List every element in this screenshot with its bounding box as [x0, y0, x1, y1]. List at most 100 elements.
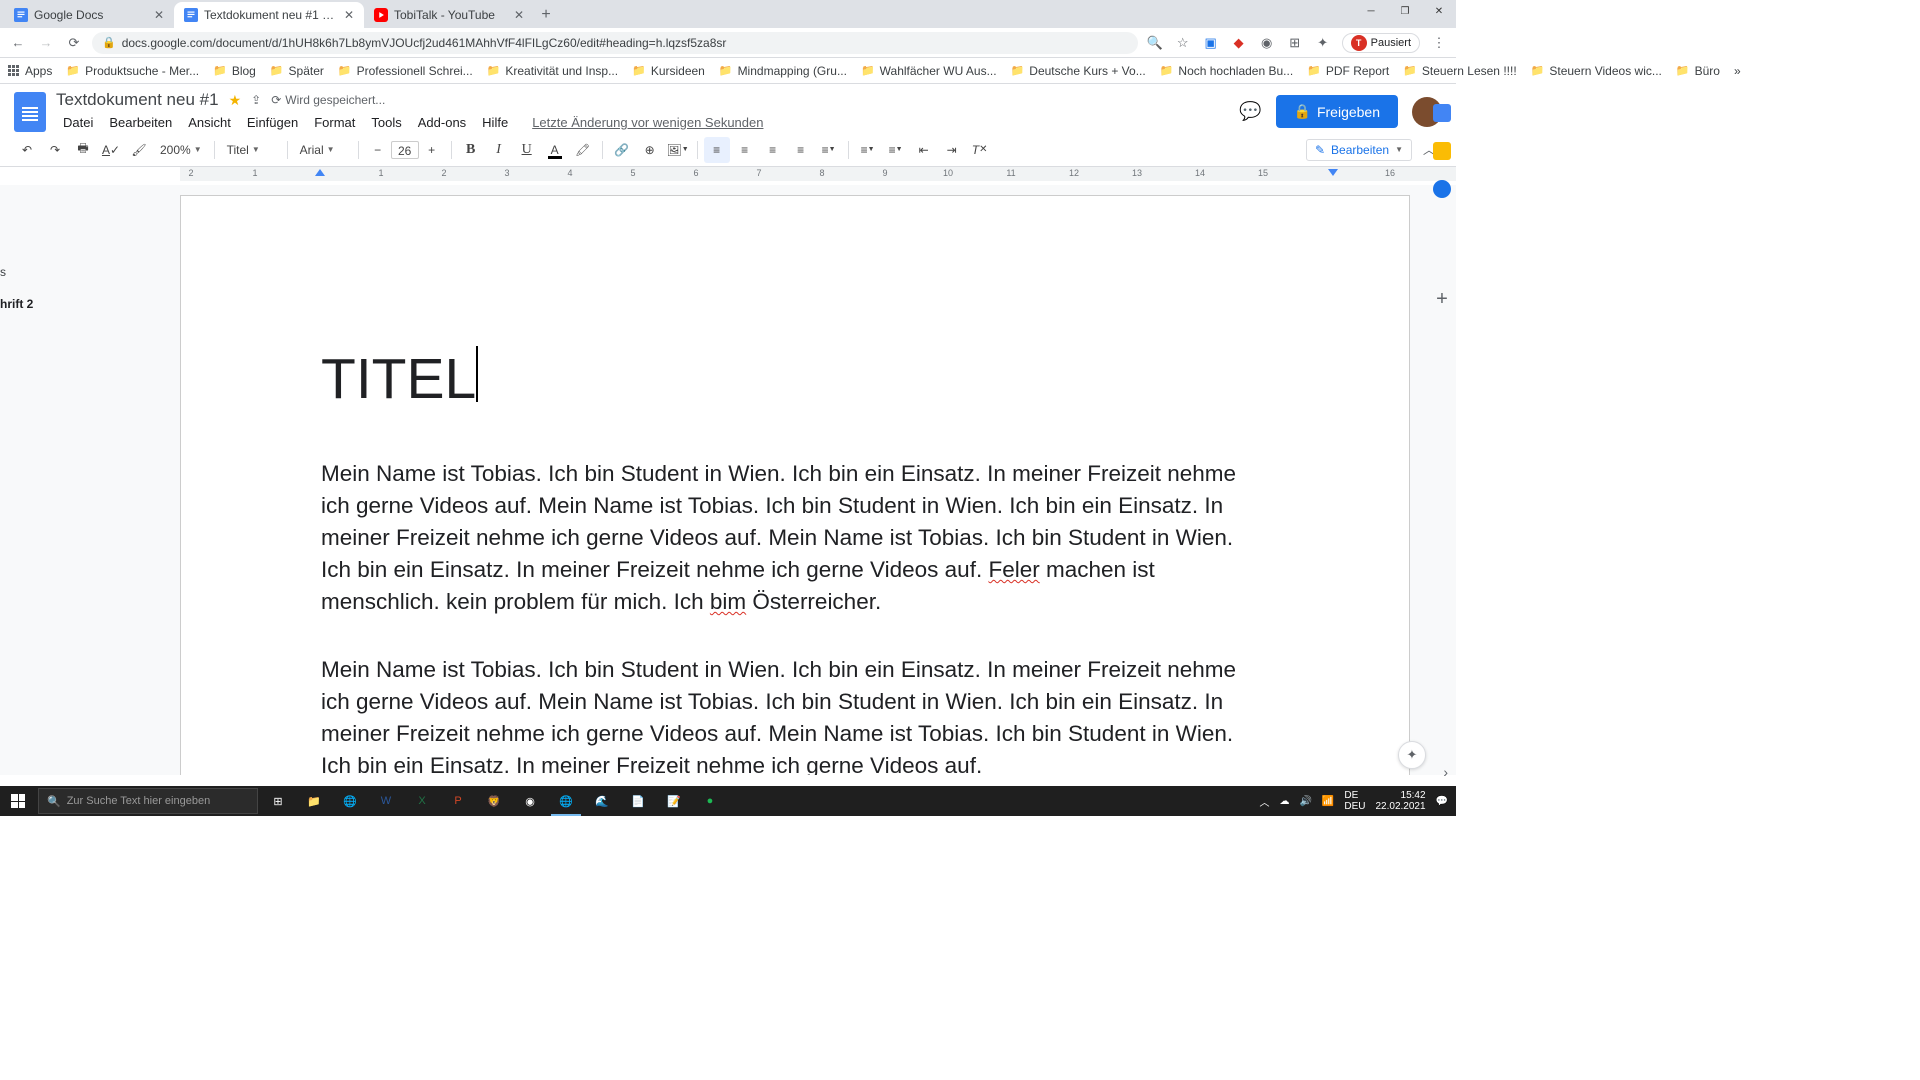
menu-addons[interactable]: Add-ons — [411, 112, 473, 133]
star-icon[interactable]: ★ — [229, 92, 242, 109]
insert-link-button[interactable]: 🔗 — [609, 137, 635, 163]
redo-button[interactable]: ↷ — [42, 137, 68, 163]
tray-notifications-icon[interactable]: 💬 — [1436, 796, 1448, 807]
new-tab-button[interactable]: + — [534, 6, 558, 28]
bookmark-item[interactable]: 📁Mindmapping (Gru... — [719, 64, 847, 78]
undo-button[interactable]: ↶ — [14, 137, 40, 163]
paint-format-button[interactable]: 🖌 — [126, 137, 152, 163]
browser-tab[interactable]: Textdokument neu #1 - Google D ✕ — [174, 2, 364, 28]
style-select[interactable]: Titel▼ — [221, 137, 281, 163]
reload-button[interactable]: ⟳ — [64, 33, 84, 53]
taskbar-app[interactable]: 📝 — [656, 786, 692, 816]
fontsize-increase[interactable]: + — [419, 137, 445, 163]
browser-tab[interactable]: TobiTalk - YouTube ✕ — [364, 2, 534, 28]
extensions-menu-icon[interactable]: ✦ — [1314, 34, 1332, 52]
align-right-button[interactable]: ≡ — [760, 137, 786, 163]
align-left-button[interactable]: ≡ — [704, 137, 730, 163]
taskbar-app-powerpoint[interactable]: P — [440, 786, 476, 816]
apps-bookmark[interactable]: Apps — [8, 64, 52, 78]
close-tab-icon[interactable]: ✕ — [154, 8, 164, 22]
document-paragraph[interactable]: Mein Name ist Tobias. Ich bin Student in… — [321, 654, 1269, 775]
bookmark-overflow[interactable]: » — [1734, 64, 1741, 78]
extension-icon[interactable]: ◆ — [1230, 34, 1248, 52]
bookmark-item[interactable]: 📁Kreativität und Insp... — [487, 64, 618, 78]
tray-language[interactable]: DEDEU — [1344, 790, 1365, 812]
bookmark-item[interactable]: 📁Deutsche Kurs + Vo... — [1011, 64, 1146, 78]
align-center-button[interactable]: ≡ — [732, 137, 758, 163]
taskbar-app-chrome[interactable]: 🌐 — [548, 786, 584, 816]
browser-tab[interactable]: Google Docs ✕ — [4, 2, 174, 28]
line-spacing-button[interactable]: ≡▼ — [816, 137, 842, 163]
forward-button[interactable]: → — [36, 33, 56, 53]
bookmark-item[interactable]: 📁Wahlfächer WU Aus... — [861, 64, 997, 78]
fontsize-decrease[interactable]: − — [365, 137, 391, 163]
clear-format-button[interactable]: T✕ — [967, 137, 993, 163]
bookmark-item[interactable]: 📁Steuern Videos wic... — [1531, 64, 1662, 78]
close-tab-icon[interactable]: ✕ — [344, 8, 354, 22]
tray-clock[interactable]: 15:4222.02.2021 — [1375, 790, 1425, 813]
highlight-button[interactable]: 🖍 — [570, 137, 596, 163]
taskbar-app[interactable]: 🌐 — [332, 786, 368, 816]
spellcheck-button[interactable]: A✓ — [98, 137, 124, 163]
bookmark-item[interactable]: 📁Büro — [1676, 64, 1720, 78]
tray-wifi-icon[interactable]: 📶 — [1322, 796, 1334, 807]
print-button[interactable]: 🖶 — [70, 137, 96, 163]
font-select[interactable]: Arial▼ — [294, 137, 352, 163]
bookmark-item[interactable]: 📁Später — [270, 64, 324, 78]
zoom-select[interactable]: 200%▼ — [154, 137, 208, 163]
back-button[interactable]: ← — [8, 33, 28, 53]
document-paragraph[interactable]: Mein Name ist Tobias. Ich bin Student in… — [321, 458, 1269, 618]
menu-view[interactable]: Ansicht — [181, 112, 238, 133]
zoom-icon[interactable]: 🔍 — [1146, 34, 1164, 52]
bookmark-star-icon[interactable]: ☆ — [1174, 34, 1192, 52]
insert-image-button[interactable]: 🖼▼ — [665, 137, 691, 163]
italic-button[interactable]: I — [486, 137, 512, 163]
docs-logo-icon[interactable] — [14, 92, 46, 132]
tray-volume-icon[interactable]: 🔊 — [1299, 796, 1311, 807]
underline-button[interactable]: U — [514, 137, 540, 163]
browser-menu-icon[interactable]: ⋮ — [1430, 34, 1448, 52]
maximize-button[interactable]: ❐ — [1388, 0, 1422, 22]
tray-chevron-icon[interactable]: ︿ — [1259, 794, 1269, 809]
bookmark-item[interactable]: 📁Blog — [213, 64, 256, 78]
task-view-button[interactable]: ⊞ — [260, 786, 296, 816]
ruler[interactable]: 2 1 1 2 3 4 5 6 7 8 9 10 11 12 13 14 15 … — [0, 167, 1456, 185]
bookmark-item[interactable]: 📁Steuern Lesen !!!! — [1403, 64, 1516, 78]
extension-icon[interactable]: ◉ — [1258, 34, 1276, 52]
move-icon[interactable]: ⇪ — [251, 93, 261, 107]
decrease-indent-button[interactable]: ⇤ — [911, 137, 937, 163]
fontsize-input[interactable]: 26 — [391, 141, 419, 159]
spelling-error[interactable]: Feler — [988, 557, 1039, 582]
taskbar-app-explorer[interactable]: 📁 — [296, 786, 332, 816]
spelling-error[interactable]: bim — [710, 589, 746, 614]
keep-icon[interactable] — [1433, 142, 1451, 160]
extension-icon[interactable]: ⊞ — [1286, 34, 1304, 52]
taskbar-app-word[interactable]: W — [368, 786, 404, 816]
margin-marker[interactable] — [1328, 169, 1338, 176]
start-button[interactable] — [0, 786, 36, 816]
taskbar-app-edge[interactable]: 🌊 — [584, 786, 620, 816]
bullet-list-button[interactable]: ≡▼ — [883, 137, 909, 163]
outline-item[interactable]: s — [0, 265, 33, 279]
document-title[interactable]: Textdokument neu #1 — [56, 90, 219, 110]
text-color-button[interactable]: A — [542, 137, 568, 163]
menu-help[interactable]: Hilfe — [475, 112, 515, 133]
bookmark-item[interactable]: 📁Noch hochladen Bu... — [1160, 64, 1293, 78]
extension-icon[interactable]: ▣ — [1202, 34, 1220, 52]
increase-indent-button[interactable]: ⇥ — [939, 137, 965, 163]
profile-paused[interactable]: T Pausiert — [1342, 33, 1420, 53]
taskbar-app-spotify[interactable]: ● — [692, 786, 728, 816]
insert-comment-button[interactable]: ⊕ — [637, 137, 663, 163]
menu-file[interactable]: Datei — [56, 112, 100, 133]
version-history-link[interactable]: Letzte Änderung vor wenigen Sekunden — [525, 112, 770, 133]
indent-marker[interactable] — [315, 169, 325, 176]
document-heading[interactable]: TITEL — [321, 346, 478, 412]
close-tab-icon[interactable]: ✕ — [514, 8, 524, 22]
tasks-icon[interactable] — [1433, 180, 1451, 198]
bookmark-item[interactable]: 📁PDF Report — [1307, 64, 1389, 78]
bookmark-item[interactable]: 📁Kursideen — [632, 64, 705, 78]
document-page[interactable]: TITEL Mein Name ist Tobias. Ich bin Stud… — [180, 195, 1410, 775]
menu-tools[interactable]: Tools — [364, 112, 408, 133]
taskbar-app[interactable]: 📄 — [620, 786, 656, 816]
menu-edit[interactable]: Bearbeiten — [102, 112, 179, 133]
